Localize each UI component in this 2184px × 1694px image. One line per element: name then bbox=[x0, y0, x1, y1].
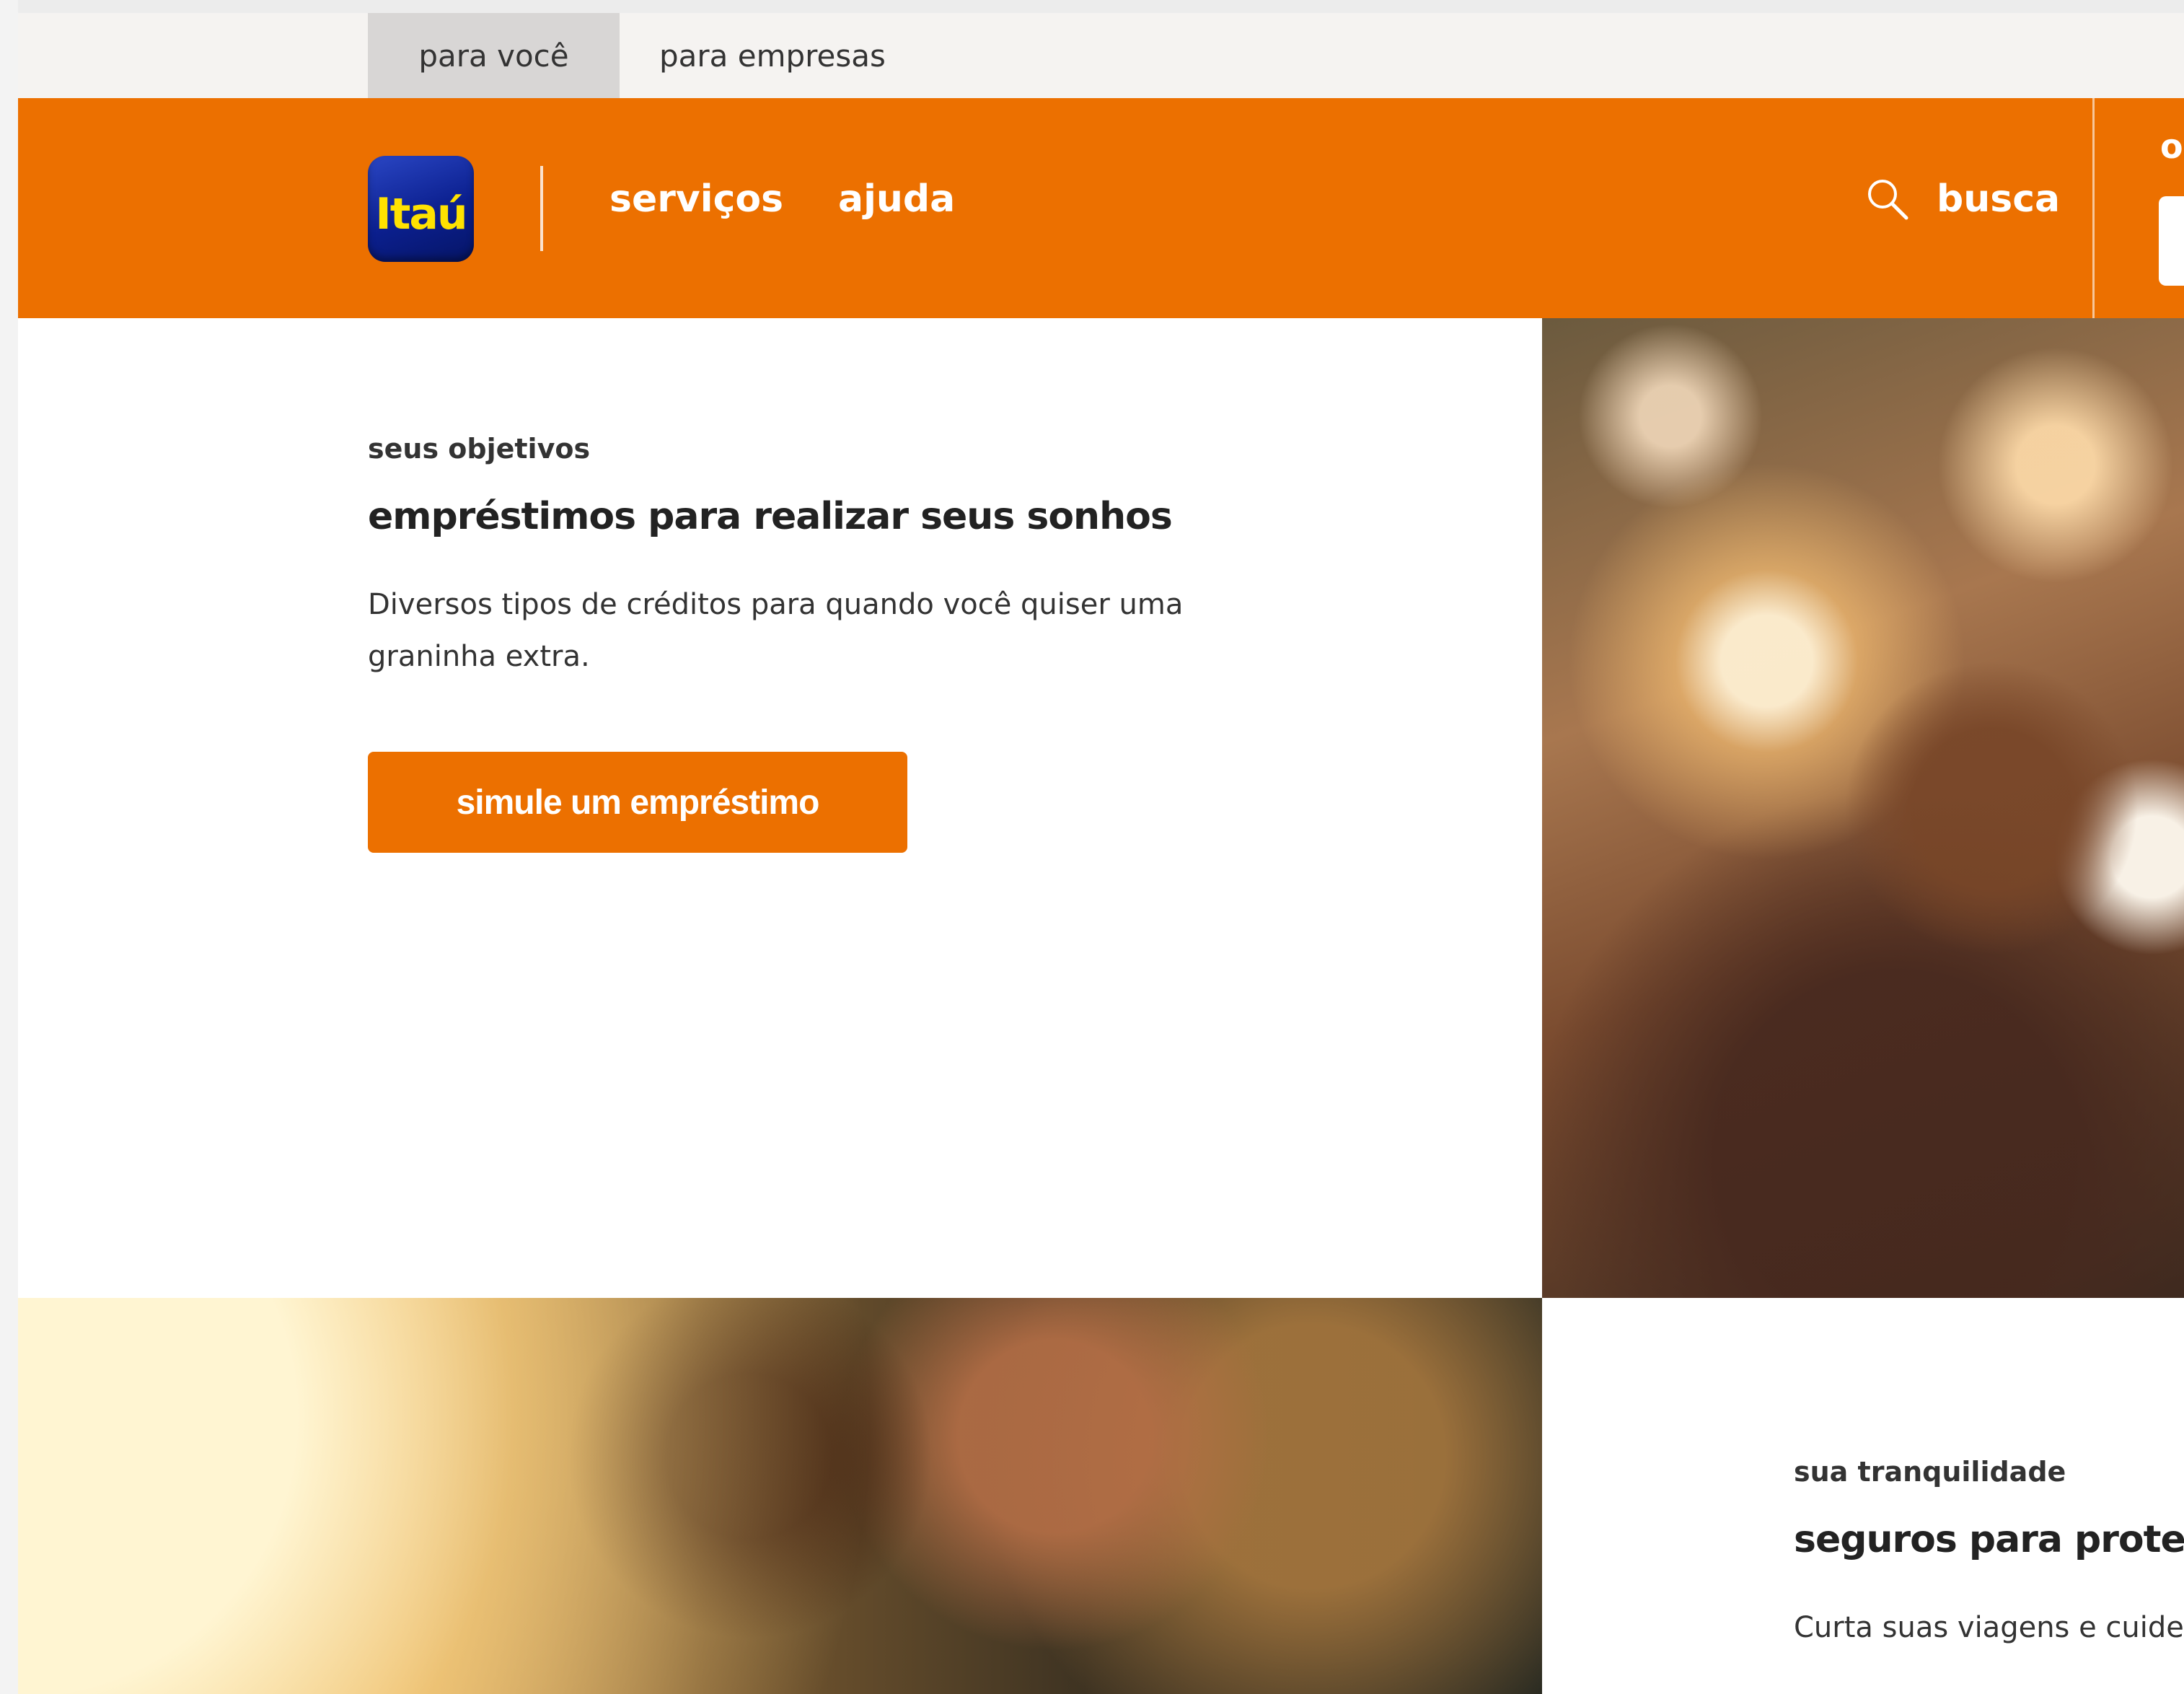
segment-bar: para você para empresas bbox=[18, 0, 2184, 98]
insurance-content: sua tranquilidade seguros para proteger … bbox=[1794, 1456, 2184, 1654]
insurance-description: Curta suas viagens e cuide air bbox=[1794, 1611, 2184, 1644]
nav-search[interactable]: busca bbox=[1937, 177, 2060, 221]
segment-tab-business[interactable]: para empresas bbox=[659, 13, 948, 98]
hero-content: seus objetivos empréstimos para realizar… bbox=[368, 433, 1305, 683]
segment-tab-personal[interactable]: para você bbox=[368, 13, 620, 98]
simulate-loan-button[interactable]: simule um empréstimo bbox=[368, 752, 907, 853]
search-icon[interactable] bbox=[1864, 176, 1911, 222]
logo-text: Itaú bbox=[375, 188, 467, 240]
login-field-partial[interactable] bbox=[2159, 196, 2184, 286]
insurance-title: seguros para proteger bbox=[1794, 1518, 2184, 1561]
header-peek-text: o bbox=[2160, 127, 2183, 166]
hero-photo-sparklers bbox=[1542, 318, 2184, 1298]
hero-title: empréstimos para realizar seus sonhos bbox=[368, 495, 1173, 538]
nav-services[interactable]: serviços bbox=[609, 177, 783, 221]
insurance-eyebrow: sua tranquilidade bbox=[1794, 1456, 2066, 1488]
itau-logo[interactable]: Itaú bbox=[368, 156, 474, 262]
header-split bbox=[2092, 98, 2095, 318]
header-divider bbox=[540, 166, 543, 251]
page: para você para empresas Itaú serviços aj… bbox=[18, 0, 2184, 1694]
hero-eyebrow: seus objetivos bbox=[368, 433, 591, 465]
section-photo-family bbox=[18, 1298, 1542, 1694]
main-header: Itaú serviços ajuda busca o bbox=[18, 98, 2184, 318]
nav-help[interactable]: ajuda bbox=[838, 177, 955, 221]
hero-description: Diversos tipos de créditos para quando v… bbox=[368, 588, 1184, 673]
